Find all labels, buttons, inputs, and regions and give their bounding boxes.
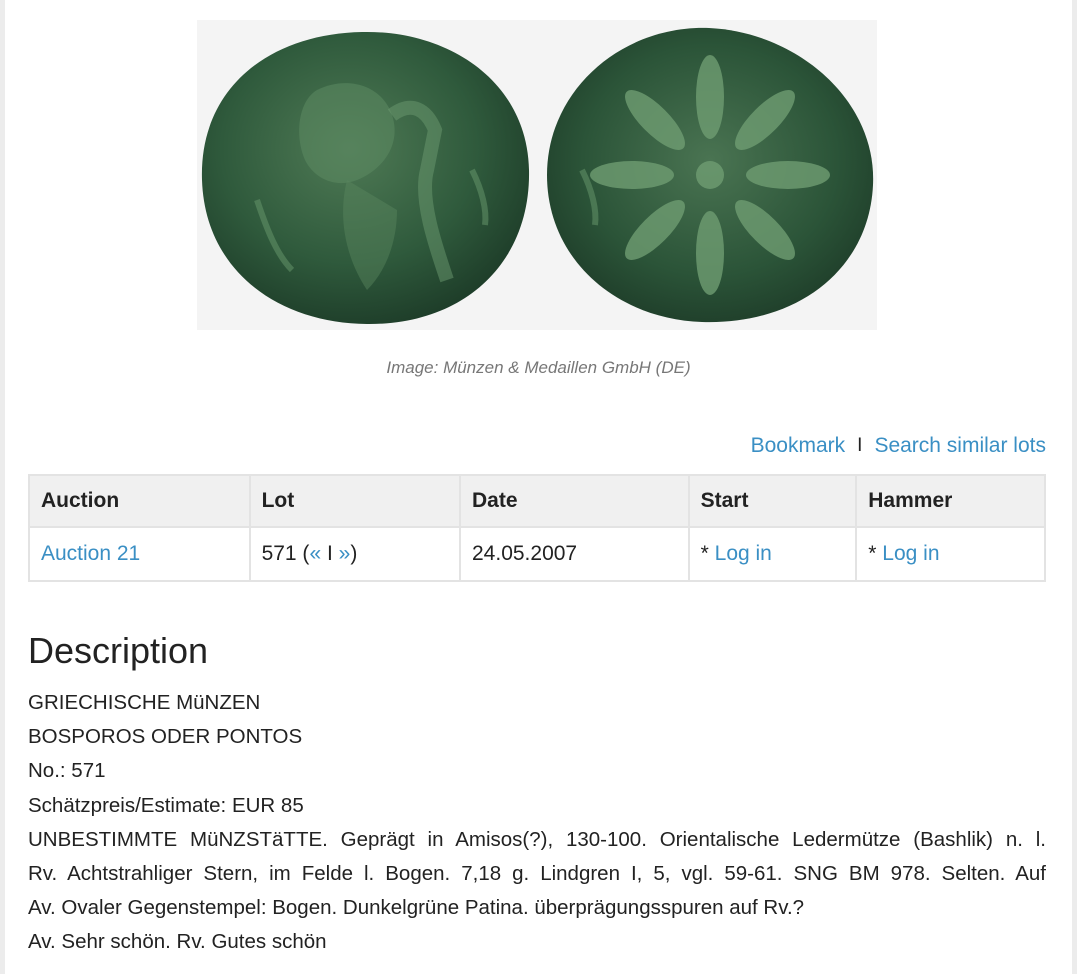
description-line: Rv. Achtstrahliger Stern, im Felde l. Bo…: [28, 862, 1046, 886]
hammer-login-link[interactable]: Log in: [882, 542, 939, 565]
description-title: Description: [28, 630, 209, 671]
description-line: Schätzpreis/Estimate: EUR 85: [28, 793, 304, 817]
next-lot-link[interactable]: »: [339, 542, 351, 565]
right-border: [1072, 0, 1077, 974]
lot-number: 571 (: [261, 542, 310, 565]
start-asterisk: *: [700, 542, 715, 565]
header-hammer: Hammer: [855, 474, 1046, 528]
cell-lot: 571 (« I »): [248, 526, 462, 582]
header-date: Date: [459, 474, 690, 528]
lot-nav-separator: I: [321, 542, 339, 565]
actions-separator: I: [857, 435, 863, 456]
description-line: GRIECHISCHE MüNZEN: [28, 691, 261, 714]
bookmark-link[interactable]: Bookmark: [751, 434, 846, 458]
cell-auction: Auction 21: [28, 526, 251, 582]
header-start: Start: [687, 474, 858, 528]
header-auction: Auction: [28, 474, 251, 528]
description-line: UNBESTIMMTE MüNZSTäTTE. Geprägt in Amiso…: [28, 827, 1046, 851]
description-line: Av. Sehr schön. Rv. Gutes schön: [28, 930, 327, 954]
description-line: BOSPOROS ODER PONTOS: [28, 725, 303, 749]
description-line: Av. Ovaler Gegenstempel: Bogen. Dunkelgr…: [28, 896, 805, 920]
cell-start: * Log in: [687, 526, 858, 582]
start-login-link[interactable]: Log in: [715, 542, 772, 565]
cell-date: 24.05.2007: [459, 526, 690, 582]
description-line: No.: 571: [28, 759, 106, 783]
header-lot: Lot: [248, 474, 462, 528]
lot-table: Auction Lot Date Start Hammer Auction 21…: [28, 474, 1046, 582]
lot-actions: Bookmark I Search similar lots: [751, 434, 1046, 458]
auction-link[interactable]: Auction 21: [41, 542, 140, 565]
left-border: [0, 0, 5, 974]
previous-lot-link[interactable]: «: [309, 542, 321, 565]
hammer-asterisk: *: [868, 542, 883, 565]
search-similar-link[interactable]: Search similar lots: [874, 434, 1046, 458]
lot-close-paren: ): [350, 542, 358, 565]
cell-hammer: * Log in: [855, 526, 1046, 582]
coin-image[interactable]: [197, 20, 877, 330]
description-body: GRIECHISCHE MüNZEN BOSPOROS ODER PONTOS …: [28, 686, 1046, 960]
coin-illustration: [201, 27, 874, 325]
table-header-row: Auction Lot Date Start Hammer: [28, 474, 1046, 528]
image-caption: Image: Münzen & Medaillen GmbH (DE): [386, 358, 691, 377]
table-row: Auction 21 571 (« I ») 24.05.2007 * Log …: [28, 526, 1046, 582]
coin-reverse: [547, 27, 874, 323]
coin-obverse: [201, 31, 530, 325]
